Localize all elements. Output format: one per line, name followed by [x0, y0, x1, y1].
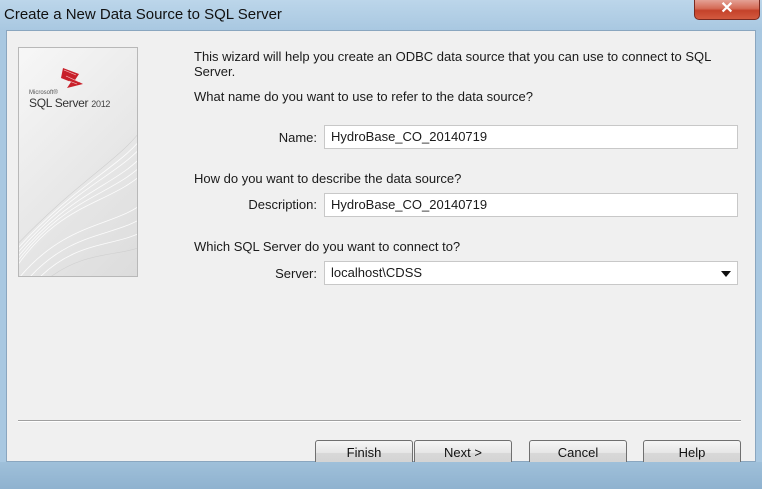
server-value: localhost\CDSS — [331, 265, 423, 280]
sql-server-banner: Microsoft® SQL Server 2012 — [18, 47, 138, 277]
footer-separator — [18, 420, 741, 422]
name-label: Name: — [278, 130, 317, 145]
sql-server-logo-icon — [61, 68, 83, 88]
description-input[interactable]: HydroBase_CO_20140719 — [324, 193, 738, 217]
server-label: Server: — [275, 266, 317, 281]
description-question: How do you want to describe the data sou… — [194, 171, 462, 186]
title-bar[interactable]: Create a New Data Source to SQL Server ✕ — [0, 0, 762, 30]
banner-swirl-graphic — [19, 68, 137, 276]
server-question: Which SQL Server do you want to connect … — [194, 239, 461, 254]
logo-product-year: 2012 — [91, 99, 111, 109]
intro-text: This wizard will help you create an ODBC… — [194, 49, 711, 79]
server-combobox[interactable]: localhost\CDSS — [324, 261, 738, 285]
description-label: Description: — [248, 197, 317, 212]
close-button[interactable]: ✕ — [694, 0, 760, 20]
window-bottom-border — [0, 462, 762, 489]
close-icon: ✕ — [720, 0, 734, 17]
logo-product-text: SQL Server 2012 — [29, 96, 110, 110]
dialog-window: Create a New Data Source to SQL Server ✕ — [0, 0, 762, 489]
name-question: What name do you want to use to refer to… — [194, 89, 533, 104]
window-title: Create a New Data Source to SQL Server — [4, 6, 282, 23]
name-input[interactable]: HydroBase_CO_20140719 — [324, 125, 738, 149]
wizard-body: Microsoft® SQL Server 2012 This wizard w… — [6, 30, 756, 466]
chevron-down-icon[interactable] — [721, 271, 731, 277]
logo-product-name: SQL Server — [29, 96, 89, 110]
